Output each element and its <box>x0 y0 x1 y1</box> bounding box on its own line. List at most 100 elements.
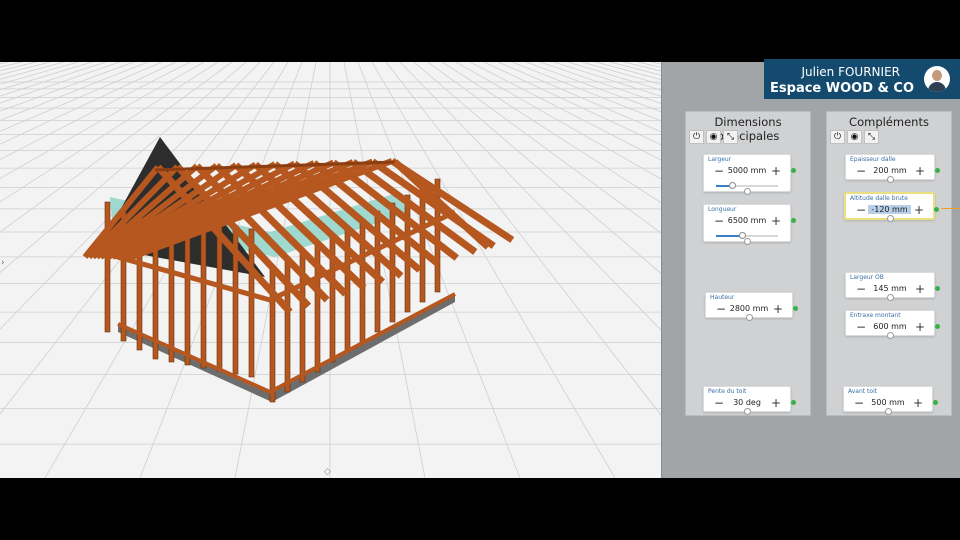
field-value[interactable]: 5000 mm <box>726 166 768 175</box>
grid-line <box>0 62 9 65</box>
increment-button[interactable]: + <box>914 203 924 217</box>
field-label: Altitude dalle brute <box>850 195 908 202</box>
decrement-button[interactable]: − <box>714 164 724 178</box>
grid-line <box>413 62 661 274</box>
output-handle[interactable] <box>885 408 892 415</box>
output-handle[interactable] <box>744 238 751 245</box>
increment-button[interactable]: + <box>915 320 925 334</box>
field-label: Hauteur <box>710 294 735 301</box>
field-value[interactable]: 145 mm <box>868 284 912 293</box>
grid-line <box>0 62 65 80</box>
increment-button[interactable]: + <box>771 396 781 410</box>
grid-line <box>0 62 121 104</box>
status-dot <box>935 324 940 329</box>
user-name: Julien FOURNIER <box>801 65 900 79</box>
status-dot <box>935 168 940 173</box>
decrement-button[interactable]: − <box>716 302 726 316</box>
field-value[interactable]: 6500 mm <box>726 216 768 225</box>
grid-line <box>0 62 37 72</box>
status-dot <box>791 400 796 405</box>
field-altitude-dalle-brute[interactable]: Altitude dalle brute − -120 mm + <box>844 192 939 222</box>
user-header[interactable]: Julien FOURNIER Espace WOOD & CO ⌄ <box>764 59 960 99</box>
slider-track[interactable] <box>716 182 778 189</box>
wall-stud <box>404 194 411 313</box>
status-dot <box>935 286 940 291</box>
field-value[interactable]: 500 mm <box>866 398 910 407</box>
grid-line <box>427 62 661 234</box>
grid-line <box>553 62 661 97</box>
field-entraxe-montant[interactable]: Entraxe montant − 600 mm + <box>845 310 940 339</box>
grid-line <box>0 62 79 85</box>
output-handle[interactable] <box>887 332 894 339</box>
field-longueur[interactable]: Longueur − 6500 mm + <box>703 204 796 245</box>
output-handle[interactable] <box>887 294 894 301</box>
chevron-down-icon[interactable]: ⌄ <box>904 84 912 95</box>
output-handle[interactable] <box>887 176 894 183</box>
decrement-button[interactable]: − <box>714 214 724 228</box>
grid-line <box>525 62 661 112</box>
field-avant-toit[interactable]: Avant toit − 500 mm + <box>843 386 938 415</box>
collapse-icon[interactable]: ⤡ <box>723 130 738 144</box>
grid-line <box>581 62 661 85</box>
status-dot <box>933 400 938 405</box>
field-label: Epaisseur dalle <box>850 156 896 163</box>
complements-panel-title: Compléments <box>849 115 929 129</box>
field-largeur-ob[interactable]: Largeur OB − 145 mm + <box>845 272 940 301</box>
wall-stud <box>104 201 111 333</box>
field-label: Avant toit <box>848 388 878 395</box>
grid-line <box>0 62 233 233</box>
status-dot <box>793 306 798 311</box>
field-label: Longueur <box>708 206 737 213</box>
field-largeur[interactable]: Largeur − 5000 mm + <box>703 154 796 195</box>
output-handle[interactable] <box>744 188 751 195</box>
field-pente-du-toit[interactable]: Pente du toit − 30 deg + <box>703 386 796 415</box>
avatar[interactable] <box>924 66 950 92</box>
decrement-button[interactable]: − <box>856 164 866 178</box>
field-label: Pente du toit <box>708 388 747 395</box>
decrement-button[interactable]: − <box>854 396 864 410</box>
field-value[interactable]: 2800 mm <box>728 304 770 313</box>
output-handle[interactable] <box>886 215 894 222</box>
grid-line <box>0 62 135 112</box>
node-connector <box>941 208 960 209</box>
timber-frame-model[interactable] <box>0 62 661 478</box>
decrement-button[interactable]: − <box>856 203 866 217</box>
field-value[interactable]: 30 deg <box>726 398 768 407</box>
collapse-icon[interactable]: ⤡ <box>864 130 879 144</box>
decrement-button[interactable]: − <box>856 282 866 296</box>
wall-stud <box>216 226 223 372</box>
power-icon[interactable]: ⏻ <box>830 130 845 144</box>
company-name[interactable]: Espace WOOD & CO <box>770 81 914 96</box>
field-value[interactable]: 200 mm <box>868 166 912 175</box>
increment-button[interactable]: + <box>915 282 925 296</box>
eye-icon[interactable]: ◉ <box>706 130 721 144</box>
grid-line <box>0 62 177 145</box>
field-value-selected[interactable]: -120 mm <box>868 205 911 214</box>
grid-line <box>343 62 426 478</box>
output-handle[interactable] <box>746 314 753 321</box>
increment-button[interactable]: + <box>771 214 781 228</box>
expand-bottom-icon[interactable]: ◇ <box>324 467 331 477</box>
3d-viewport[interactable]: › ◇ <box>0 62 661 478</box>
output-handle[interactable] <box>744 408 751 415</box>
grid-line <box>441 62 661 204</box>
complements-toolbar: ⏻ ◉ ⤡ <box>830 130 879 144</box>
increment-button[interactable]: + <box>913 396 923 410</box>
field-hauteur[interactable]: Hauteur − 2800 mm + <box>705 292 798 321</box>
power-icon[interactable]: ⏻ <box>689 130 704 144</box>
field-value[interactable]: 600 mm <box>868 322 912 331</box>
increment-button[interactable]: + <box>771 164 781 178</box>
decrement-button[interactable]: − <box>856 320 866 334</box>
increment-button[interactable]: + <box>773 302 783 316</box>
grid-line <box>567 62 661 91</box>
status-dot <box>791 168 796 173</box>
decrement-button[interactable]: − <box>714 396 724 410</box>
eye-icon[interactable]: ◉ <box>847 130 862 144</box>
field-epaisseur-dalle[interactable]: Epaisseur dalle − 200 mm + <box>845 154 940 183</box>
status-dot <box>791 218 796 223</box>
slider-knob[interactable] <box>728 182 736 189</box>
increment-button[interactable]: + <box>915 164 925 178</box>
expand-left-icon[interactable]: › <box>1 258 5 268</box>
slider-track[interactable] <box>716 232 778 239</box>
grid-line <box>497 62 661 133</box>
